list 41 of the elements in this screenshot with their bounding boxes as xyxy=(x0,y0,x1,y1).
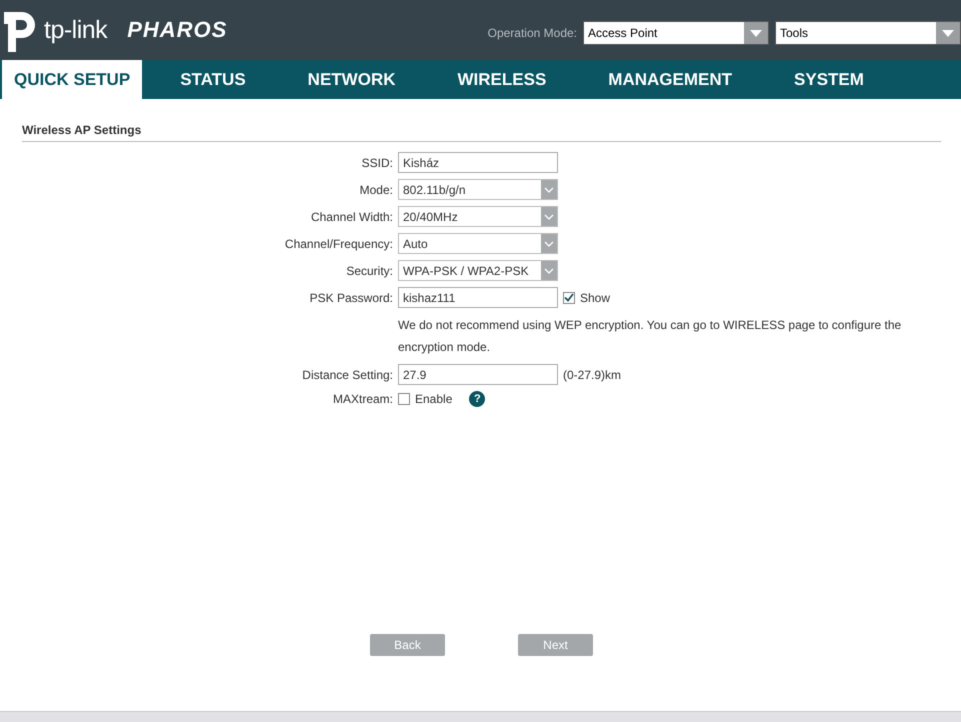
select-field[interactable]: 802.11b/g/n xyxy=(398,179,558,200)
nav-tab[interactable]: STATUS xyxy=(168,60,258,99)
nav-tab[interactable]: NETWORK xyxy=(296,60,408,99)
brand-name: tp-link xyxy=(44,16,108,44)
product-name: PHAROS xyxy=(127,17,228,43)
checkbox[interactable] xyxy=(398,393,410,405)
checkbox-label: Show xyxy=(580,290,610,304)
select-field[interactable]: WPA-PSK / WPA2-PSK xyxy=(398,260,558,281)
checkbox[interactable] xyxy=(563,292,575,304)
field-label: SSID: xyxy=(360,156,394,170)
chevron-down-icon xyxy=(544,186,554,192)
chevron-down-icon xyxy=(544,240,554,246)
operation-mode-label: Operation Mode: xyxy=(488,26,577,40)
caret-icon xyxy=(750,30,762,36)
field-label: Channel Width: xyxy=(310,210,394,224)
nav-tab[interactable]: MANAGEMENT xyxy=(596,60,744,99)
checkbox-label: Enable xyxy=(415,392,452,406)
chevron-down-icon xyxy=(544,268,554,274)
nav-tab[interactable]: SYSTEM xyxy=(782,60,876,99)
section-title: Wireless AP Settings xyxy=(22,123,941,142)
chevron-down-icon xyxy=(544,214,554,220)
tools-dropdown[interactable]: Tools xyxy=(775,21,961,45)
nav-tab[interactable]: QUICK SETUP xyxy=(2,60,142,99)
field-label: PSK Password: xyxy=(308,290,394,304)
password-field[interactable]: kishaz111 xyxy=(398,287,558,308)
text-field[interactable]: 27.9 xyxy=(398,364,558,385)
caret-icon xyxy=(942,30,954,36)
nav-tab[interactable]: WIRELESS xyxy=(446,60,558,99)
range-hint: (0-27.9)km xyxy=(563,368,622,382)
text-field[interactable]: Kisház xyxy=(398,152,558,173)
note-text: We do not recommend using WEP encryption. You can go to WIRELESS page to configure the encryption mode. xyxy=(398,317,902,356)
field-label: MAXtream: xyxy=(332,392,394,406)
help-icon[interactable]: ? xyxy=(469,391,486,407)
field-label: Mode: xyxy=(358,182,394,196)
field-label: Security: xyxy=(345,264,394,278)
checkmark-icon xyxy=(564,293,574,302)
field-label: Distance Setting: xyxy=(301,368,394,382)
select-field[interactable]: Auto xyxy=(398,233,558,254)
select-field[interactable]: 20/40MHz xyxy=(398,206,558,227)
field-label: Channel/Frequency: xyxy=(284,236,394,250)
operation-mode-dropdown[interactable]: Access Point xyxy=(583,21,769,45)
